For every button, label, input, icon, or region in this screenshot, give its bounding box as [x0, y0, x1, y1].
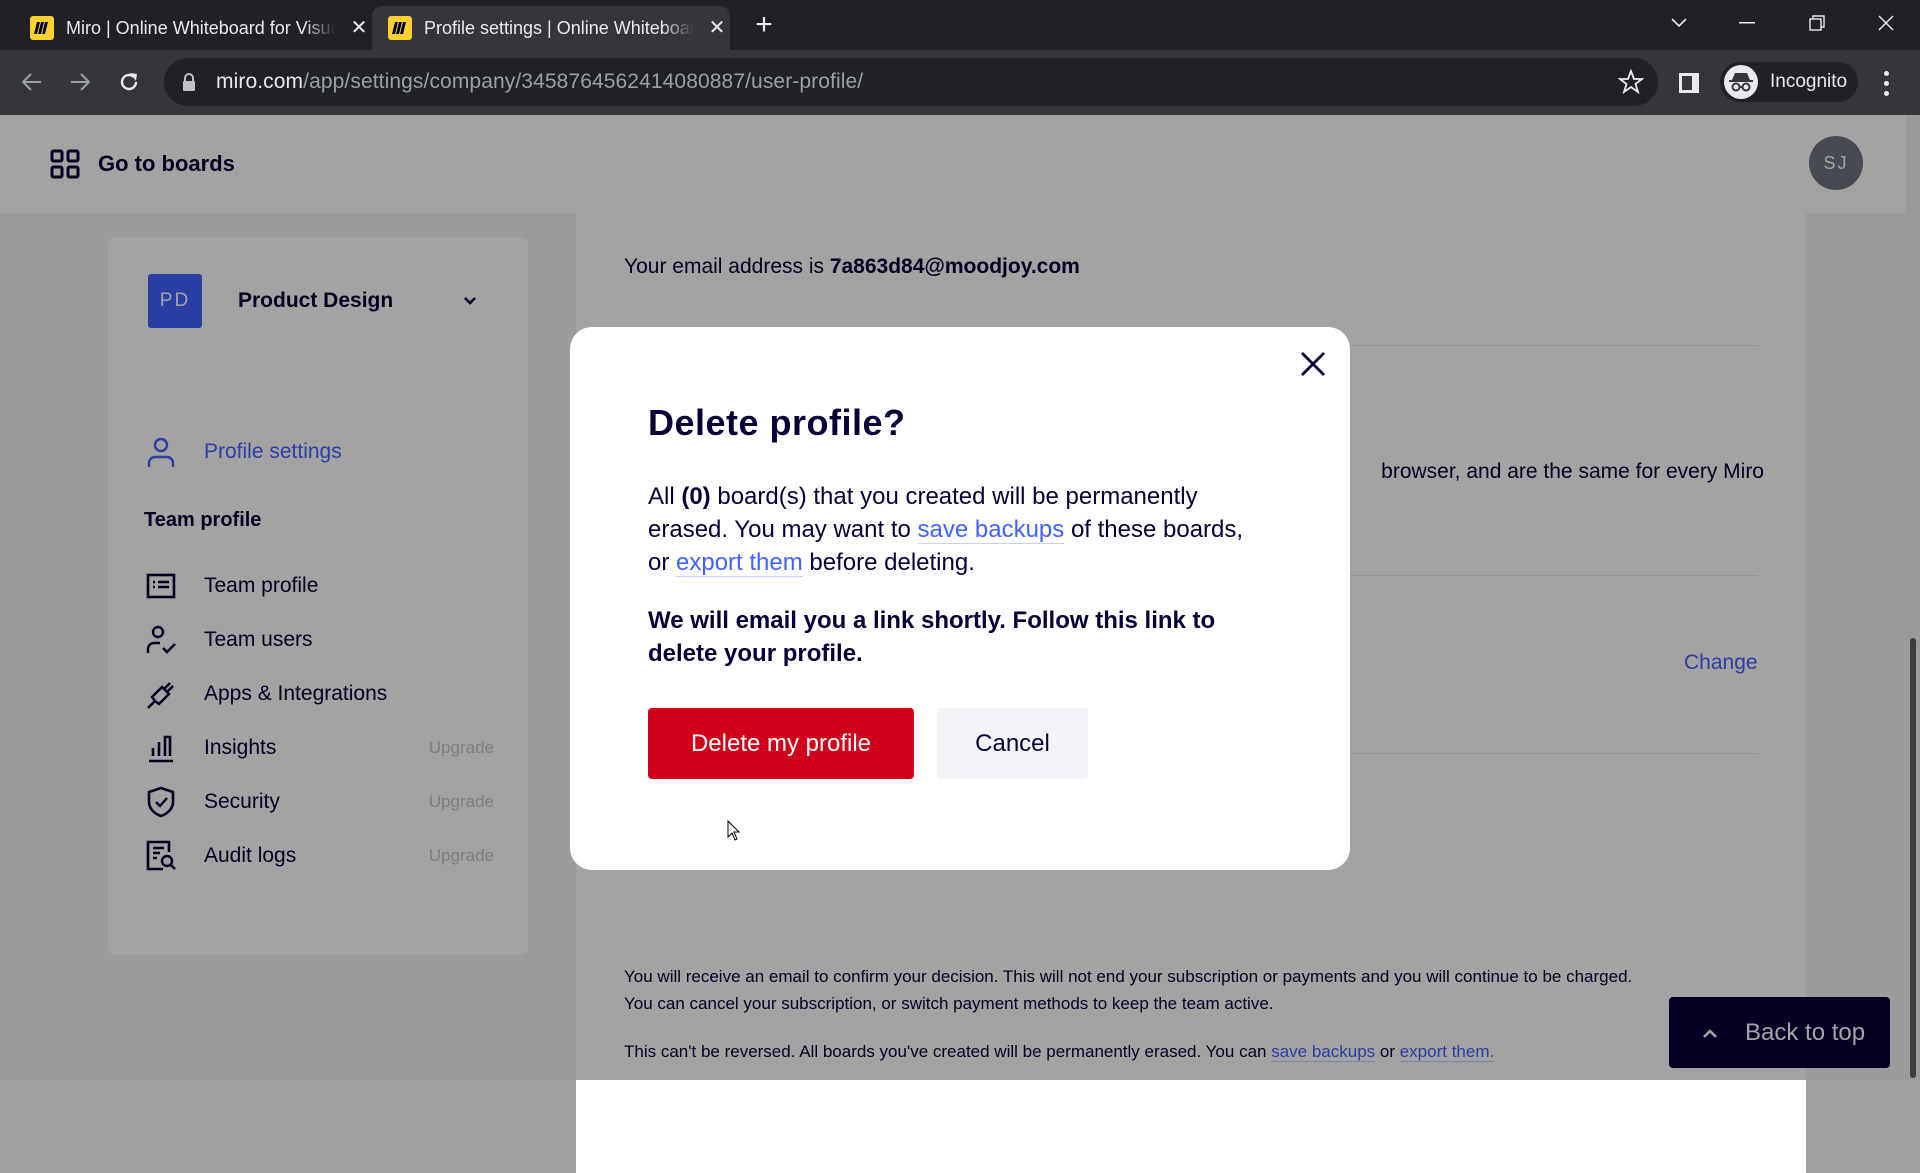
export-them-link[interactable]: export them [676, 549, 803, 577]
url-text: miro.com/app/settings/company/3458764562… [216, 70, 864, 93]
close-tab-icon[interactable]: ✕ [706, 17, 728, 39]
browser-toolbar: miro.com/app/settings/company/3458764562… [0, 50, 1920, 115]
tab-title: Profile settings | Online Whiteboard for… [424, 17, 694, 38]
save-backups-link[interactable]: save backups [917, 516, 1065, 544]
mouse-cursor-icon [727, 820, 741, 841]
delete-my-profile-button[interactable]: Delete my profile [648, 708, 914, 779]
browser-tab[interactable]: Miro | Online Whiteboard for Visual Coll… [30, 6, 370, 50]
browser-tab-active[interactable]: Profile settings | Online Whiteboard for… [372, 6, 730, 50]
incognito-label: Incognito [1770, 71, 1848, 92]
lock-icon [183, 73, 195, 91]
minimize-icon[interactable] [1727, 8, 1767, 38]
forward-icon[interactable] [62, 64, 98, 100]
dialog-body: All (0) board(s) that you created will b… [648, 483, 1244, 577]
board-count: (0) [681, 483, 711, 510]
address-bar[interactable]: miro.com/app/settings/company/3458764562… [164, 58, 1658, 106]
restore-icon[interactable] [1797, 8, 1837, 38]
incognito-icon [1724, 65, 1758, 99]
close-tab-icon[interactable]: ✕ [348, 17, 370, 39]
browser-menu-icon[interactable] [1874, 68, 1898, 98]
dialog-warning: We will email you a link shortly. Follow… [648, 607, 1216, 667]
close-window-icon[interactable] [1866, 8, 1906, 38]
reload-icon[interactable] [111, 64, 147, 100]
close-icon[interactable] [1298, 349, 1328, 379]
tab-search-icon[interactable] [1659, 8, 1699, 38]
cancel-button[interactable]: Cancel [937, 708, 1088, 779]
new-tab-button[interactable]: + [748, 10, 780, 42]
delete-profile-dialog: Delete profile? All (0) board(s) that yo… [570, 327, 1350, 870]
dialog-title: Delete profile? [648, 402, 906, 443]
miro-logo-icon [30, 16, 54, 40]
incognito-badge[interactable]: Incognito [1720, 62, 1858, 102]
bookmark-star-icon[interactable] [1618, 69, 1644, 95]
side-panel-icon[interactable] [1676, 70, 1702, 96]
browser-tab-bar: Miro | Online Whiteboard for Visual Coll… [0, 0, 1920, 50]
miro-logo-icon [388, 16, 412, 40]
tab-title: Miro | Online Whiteboard for Visual Coll… [66, 17, 336, 38]
back-icon[interactable] [14, 64, 50, 100]
